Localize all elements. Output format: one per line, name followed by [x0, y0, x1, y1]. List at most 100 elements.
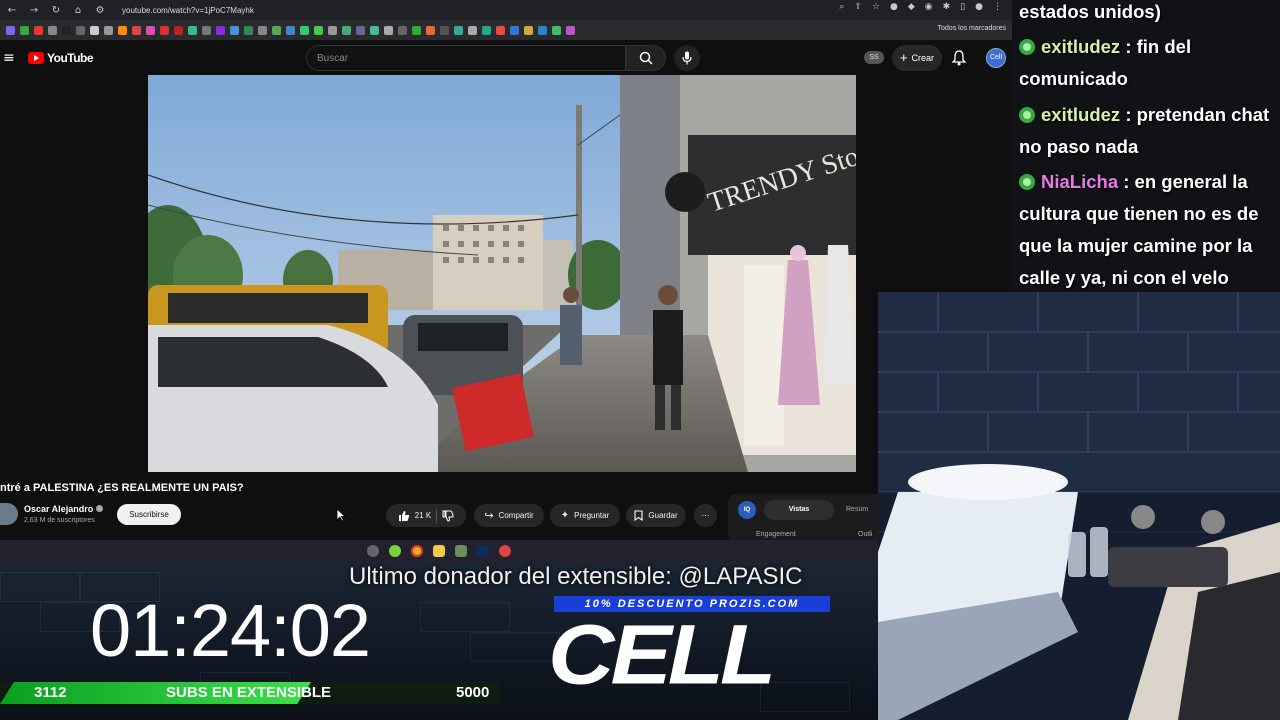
- profile-avatar-icon[interactable]: ●: [975, 2, 983, 12]
- bookmark-icon[interactable]: [524, 25, 533, 35]
- bookmark-icon[interactable]: [356, 25, 365, 35]
- bookmark-icon[interactable]: [384, 25, 393, 35]
- site-info-icon[interactable]: ⚙: [94, 5, 106, 16]
- menu-dots-icon[interactable]: ⋮: [993, 2, 1002, 12]
- forward-icon[interactable]: →: [28, 5, 40, 16]
- chat-username[interactable]: exitludez: [1041, 36, 1120, 57]
- bookmark-icon[interactable]: [160, 25, 169, 35]
- voice-search-button[interactable]: [674, 45, 700, 71]
- bookmark-icon[interactable]: [426, 25, 435, 35]
- search-box: [306, 45, 626, 71]
- url-field[interactable]: youtube.com/watch?v=1jPoC7Mayhk: [122, 6, 254, 15]
- bookmark-icon[interactable]: [118, 25, 127, 35]
- back-icon[interactable]: ←: [6, 5, 18, 16]
- channel-avatar[interactable]: [0, 503, 18, 525]
- create-button[interactable]: + Crear: [892, 45, 942, 71]
- bookmark-icon[interactable]: [286, 25, 295, 35]
- extension-icon[interactable]: ●: [890, 2, 898, 12]
- app-icon[interactable]: [455, 545, 467, 557]
- bookmark-icon[interactable]: [244, 25, 253, 35]
- notifications-bell-icon[interactable]: [952, 50, 966, 66]
- bookmark-icon[interactable]: [6, 25, 15, 35]
- instagram-icon[interactable]: [146, 25, 155, 35]
- youtube-logo[interactable]: YouTube: [28, 51, 94, 65]
- bookmark-icon[interactable]: [230, 25, 239, 35]
- chat-username[interactable]: NiaLicha: [1041, 171, 1118, 192]
- last-donor-text: Ultimo donador del extensible: @LAPASIC: [349, 563, 803, 590]
- bookmark-icon[interactable]: [496, 25, 505, 35]
- bookmark-icon[interactable]: [20, 25, 29, 35]
- outline-label: Outli: [858, 531, 873, 538]
- iq-icon[interactable]: IQ: [738, 501, 756, 519]
- bookmark-icon[interactable]: [188, 25, 197, 35]
- bookmark-icon[interactable]: [328, 25, 337, 35]
- app-icon[interactable]: [499, 545, 511, 557]
- address-bar: ← → ↻ ⌂ ⚙ youtube.com/watch?v=1jPoC7Mayh…: [0, 0, 1012, 20]
- chrome-icon[interactable]: [411, 545, 423, 557]
- bookmark-icon[interactable]: [76, 25, 85, 35]
- engagement-label: Engagement: [756, 531, 796, 538]
- save-button[interactable]: Guardar: [626, 504, 686, 527]
- bookmark-icon[interactable]: [482, 25, 491, 35]
- create-label: Crear: [911, 53, 935, 63]
- app-icon[interactable]: [389, 545, 401, 557]
- bookmark-icon[interactable]: [202, 25, 211, 35]
- like-count[interactable]: 21 K: [415, 511, 431, 520]
- profile-icon[interactable]: ◉: [925, 2, 933, 12]
- puzzle-icon[interactable]: ✱: [943, 2, 951, 12]
- bookmark-icon[interactable]: [314, 25, 323, 35]
- bookmark-icon[interactable]: [370, 25, 379, 35]
- bookmark-icon[interactable]: [566, 25, 575, 35]
- bookmark-icon[interactable]: [272, 25, 281, 35]
- sidepanel-icon[interactable]: ▯: [960, 2, 965, 12]
- ss-badge[interactable]: SS: [864, 51, 884, 64]
- thumbs-up-icon[interactable]: [398, 510, 410, 522]
- star-icon[interactable]: ☆: [872, 2, 880, 12]
- bookmark-icon[interactable]: [258, 25, 267, 35]
- all-bookmarks-link[interactable]: Todos los marcadores: [938, 25, 1006, 32]
- x-icon[interactable]: [48, 25, 57, 35]
- subs-goal-count: 5000: [456, 684, 490, 701]
- tab-summary[interactable]: Resum: [846, 500, 868, 520]
- search-input[interactable]: [307, 46, 625, 70]
- home-icon[interactable]: ⌂: [72, 5, 84, 16]
- tab-views[interactable]: Vistas: [764, 500, 834, 520]
- bookmark-icon[interactable]: [174, 25, 183, 35]
- bookmark-icon[interactable]: [454, 25, 463, 35]
- extension-icon[interactable]: ◆: [908, 2, 915, 12]
- thumbs-down-icon[interactable]: [442, 510, 454, 522]
- bookmark-icon[interactable]: [510, 25, 519, 35]
- search-button[interactable]: [626, 45, 666, 71]
- bookmark-icon[interactable]: [398, 25, 407, 35]
- chat-username[interactable]: exitludez: [1041, 104, 1120, 125]
- bookmark-icon[interactable]: [468, 25, 477, 35]
- reload-icon[interactable]: ↻: [50, 5, 62, 16]
- gmail-icon[interactable]: [34, 25, 43, 35]
- bookmark-icon[interactable]: [132, 25, 141, 35]
- subscribe-button[interactable]: Suscribirse: [117, 504, 181, 525]
- bookmark-icon[interactable]: [412, 25, 421, 35]
- bookmark-icon[interactable]: [440, 25, 449, 35]
- share-icon[interactable]: ⇪: [854, 2, 862, 12]
- more-actions-button[interactable]: ⋯: [694, 504, 717, 527]
- bookmark-icon[interactable]: [342, 25, 351, 35]
- folder-icon[interactable]: [433, 545, 445, 557]
- hamburger-menu-icon[interactable]: ≡: [3, 50, 15, 66]
- share-arrow-icon: ↪: [484, 510, 494, 522]
- bookmark-icon[interactable]: [104, 25, 113, 35]
- channel-name[interactable]: Oscar Alejandro: [24, 504, 93, 514]
- zoom-icon[interactable]: ⌕: [839, 2, 844, 12]
- photoshop-icon[interactable]: [477, 545, 489, 557]
- account-avatar[interactable]: Cell: [986, 48, 1006, 68]
- chat-badge-icon: [1019, 174, 1035, 190]
- bookmark-icon[interactable]: [300, 25, 309, 35]
- bookmark-icon[interactable]: [90, 25, 99, 35]
- ask-button[interactable]: ✦ Preguntar: [550, 504, 620, 527]
- video-player[interactable]: TRENDY Store: [148, 75, 856, 472]
- bookmark-icon[interactable]: [216, 25, 225, 35]
- bookmark-icon[interactable]: [552, 25, 561, 35]
- tiktok-icon[interactable]: [62, 25, 71, 35]
- bookmark-icon[interactable]: [538, 25, 547, 35]
- app-icon[interactable]: [367, 545, 379, 557]
- share-button[interactable]: ↪ Compartir: [474, 504, 544, 527]
